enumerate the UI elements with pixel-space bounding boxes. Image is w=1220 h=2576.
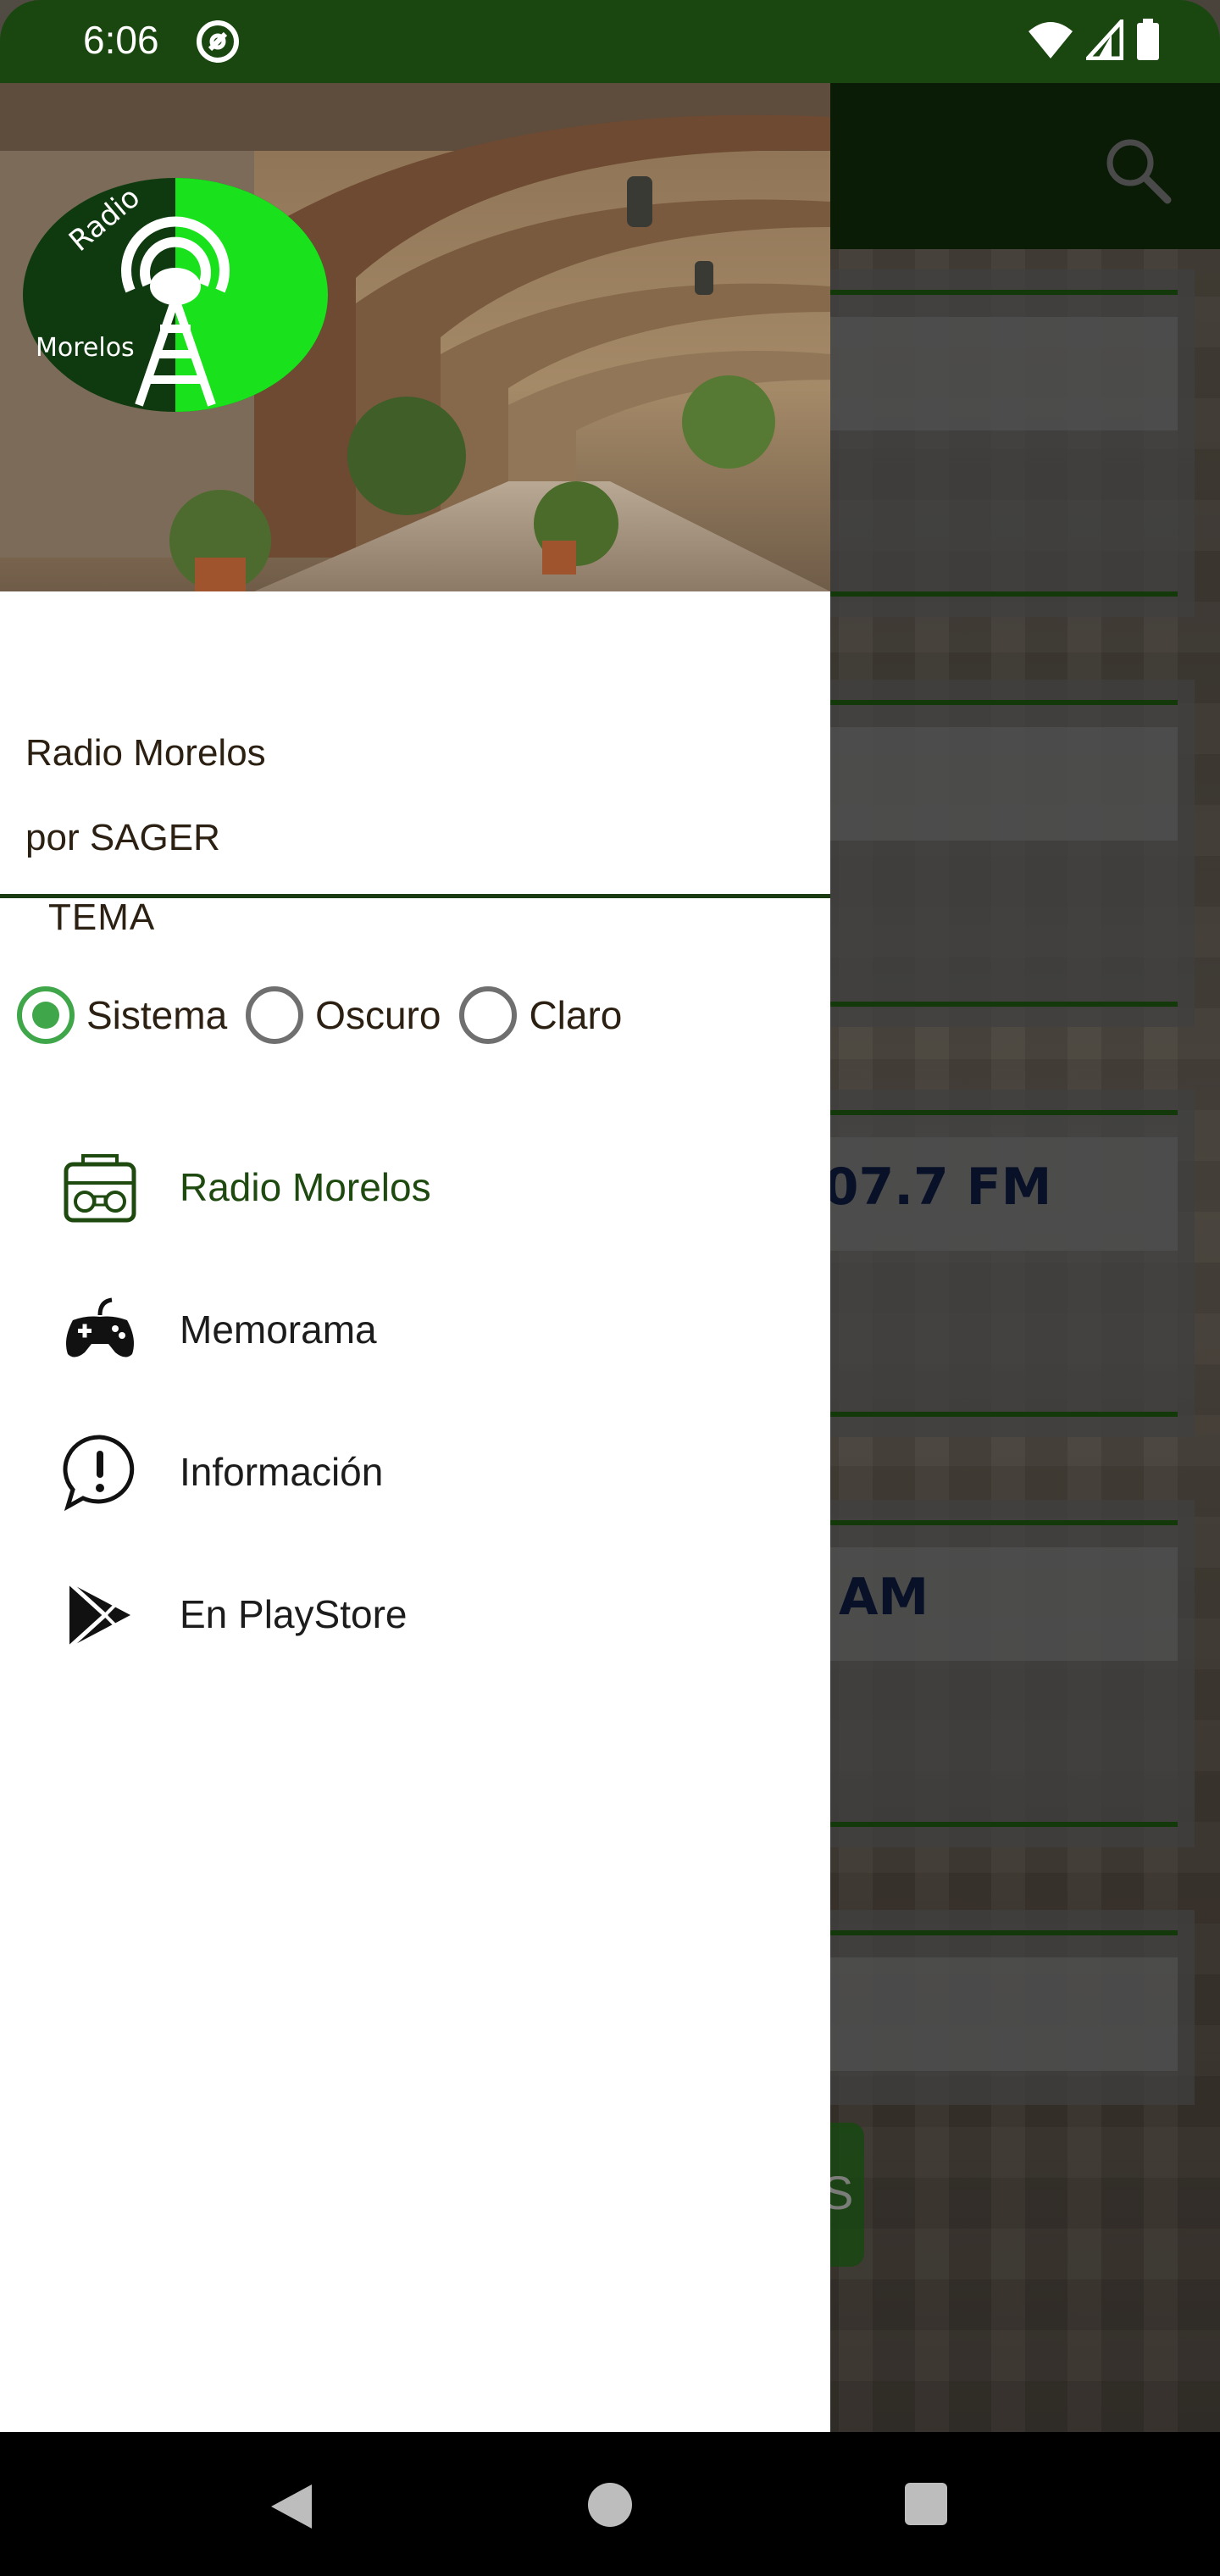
wifi-icon	[1029, 22, 1073, 58]
menu-item-memorama[interactable]: Memorama	[0, 1259, 830, 1402]
theme-option-label: Claro	[529, 993, 623, 1037]
back-icon[interactable]	[268, 2483, 315, 2530]
menu-item-label: Memorama	[180, 1307, 377, 1352]
menu-item-en-playstore[interactable]: En PlayStore	[0, 1544, 830, 1686]
theme-option-label: Sistema	[86, 993, 228, 1037]
playstore-icon	[68, 1581, 130, 1649]
drawer-header-image: Radio Morelos	[0, 83, 830, 591]
radio-unselected-icon	[246, 986, 304, 1044]
navigation-drawer: Radio Morelos Radio Morelos por SAGER TE…	[0, 83, 830, 2432]
menu-item-label: En PlayStore	[180, 1592, 408, 1636]
battery-icon	[1137, 19, 1159, 60]
status-bar: 6:06	[0, 0, 1220, 83]
logo-text-morelos: Morelos	[36, 333, 135, 363]
theme-option-claro[interactable]: Claro	[459, 986, 622, 1044]
radio-icon	[64, 1154, 136, 1223]
info-bubble-icon	[63, 1435, 135, 1512]
drawer-app-info: Radio Morelos por SAGER	[0, 591, 830, 898]
theme-radio-group: Sistema Oscuro Claro	[17, 986, 640, 1044]
menu-item-label: Información	[180, 1450, 384, 1494]
home-icon[interactable]	[588, 2483, 632, 2527]
menu-item-label: Radio Morelos	[180, 1165, 431, 1209]
drawer-app-name: Radio Morelos	[25, 732, 266, 774]
theme-option-oscuro[interactable]: Oscuro	[246, 986, 441, 1044]
theme-title: TEMA	[48, 897, 156, 938]
radio-morelos-logo: Radio Morelos	[23, 178, 328, 412]
system-nav-bar	[0, 2432, 1220, 2576]
drawer-app-author: por SAGER	[25, 817, 220, 858]
gamepad-icon	[66, 1297, 134, 1357]
radio-unselected-icon	[459, 986, 518, 1044]
signal-icon	[1086, 19, 1123, 60]
theme-option-sistema[interactable]: Sistema	[17, 986, 227, 1044]
menu-item-informacion[interactable]: Información	[0, 1402, 830, 1544]
theme-option-label: Oscuro	[315, 993, 441, 1037]
recents-icon[interactable]	[905, 2483, 947, 2525]
menu-item-radio-morelos[interactable]: Radio Morelos	[0, 1117, 830, 1259]
status-time: 6:06	[83, 18, 159, 62]
radio-selected-icon	[17, 986, 75, 1044]
status-icons	[1027, 19, 1161, 61]
at-sign-icon	[197, 20, 239, 63]
